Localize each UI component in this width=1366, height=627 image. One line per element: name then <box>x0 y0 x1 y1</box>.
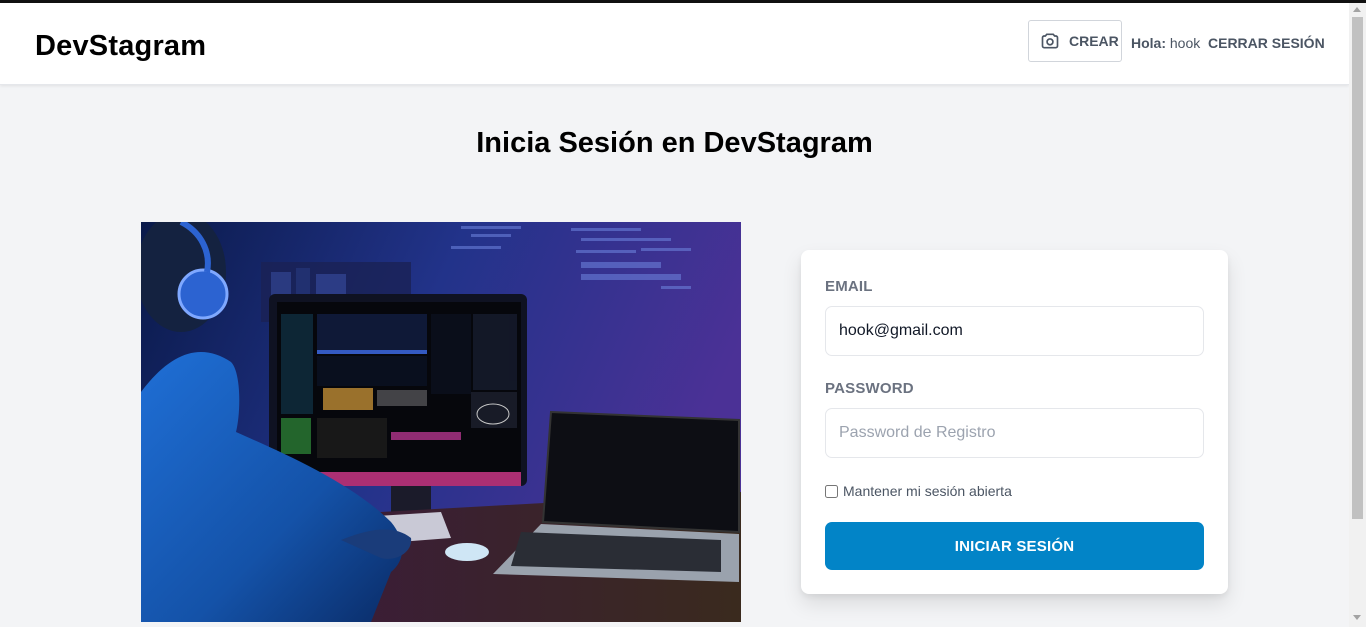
remember-me-label[interactable]: Mantener mi sesión abierta <box>843 483 1012 499</box>
page-title: Inicia Sesión en DevStagram <box>476 127 873 159</box>
crear-button[interactable]: CREAR <box>1028 20 1122 62</box>
scroll-down-arrow-icon[interactable] <box>1353 615 1361 620</box>
site-logo[interactable]: DevStagram <box>35 30 206 63</box>
password-label: PASSWORD <box>825 380 914 397</box>
email-field[interactable] <box>825 306 1204 356</box>
user-greeting: Hola: hook <box>1131 35 1200 51</box>
login-form-card: EMAIL PASSWORD Mantener mi sesión abiert… <box>801 250 1228 594</box>
remember-me-checkbox[interactable] <box>825 484 838 498</box>
remember-me-row: Mantener mi sesión abierta <box>825 483 1012 499</box>
email-label: EMAIL <box>825 278 873 295</box>
username: hook <box>1169 35 1201 51</box>
camera-icon <box>1041 33 1059 49</box>
logout-button[interactable]: CERRAR SESIÓN <box>1208 35 1325 51</box>
password-field[interactable] <box>825 408 1204 458</box>
scrollbar-thumb[interactable] <box>1352 17 1363 519</box>
login-submit-button[interactable]: INICIAR SESIÓN <box>825 522 1204 570</box>
vertical-scrollbar[interactable] <box>1349 3 1366 627</box>
greeting-prefix: Hola: <box>1131 35 1166 51</box>
scroll-up-arrow-icon[interactable] <box>1353 7 1361 12</box>
hero-image-programmer <box>141 222 741 622</box>
hero-illustration <box>141 222 741 622</box>
crear-label: CREAR <box>1069 33 1119 49</box>
